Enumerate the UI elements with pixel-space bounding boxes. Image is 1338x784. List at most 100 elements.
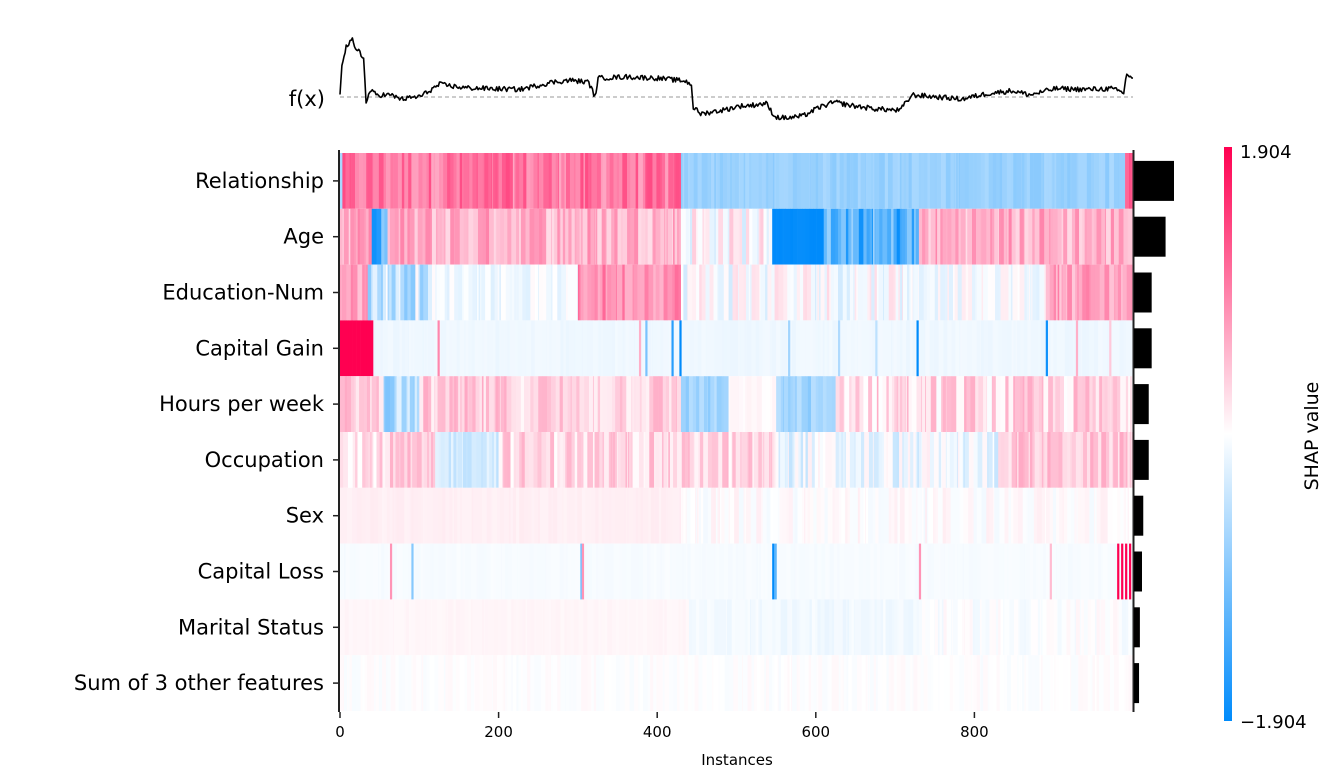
heatmap-cell bbox=[408, 320, 412, 377]
heatmap-cell bbox=[923, 153, 928, 209]
heatmap-cell bbox=[566, 208, 569, 265]
heatmap-cell bbox=[657, 320, 660, 377]
heatmap-cell bbox=[677, 376, 680, 432]
heatmap-cell bbox=[769, 655, 773, 711]
heatmap-cell bbox=[922, 376, 926, 432]
heatmap-cell bbox=[949, 655, 954, 711]
heatmap-cell bbox=[1078, 655, 1084, 711]
heatmap-cell bbox=[1080, 487, 1085, 544]
heatmap-cell bbox=[893, 320, 897, 377]
heatmap-cell bbox=[607, 153, 610, 209]
heatmap-cell bbox=[796, 599, 800, 656]
heatmap-cell bbox=[586, 320, 591, 377]
heatmap-cell bbox=[459, 487, 463, 544]
heatmap-cell bbox=[666, 599, 672, 656]
heatmap-cell bbox=[745, 153, 750, 209]
heatmap-cell bbox=[1123, 432, 1127, 488]
heatmap-cell bbox=[407, 487, 411, 544]
heatmap-cell bbox=[642, 543, 648, 600]
heatmap-cell bbox=[851, 376, 856, 432]
heatmap-cell bbox=[693, 320, 698, 377]
heatmap-cell bbox=[835, 208, 839, 265]
heatmap-cell bbox=[615, 376, 621, 432]
heatmap-cell bbox=[796, 153, 802, 209]
heatmap-cell bbox=[792, 320, 797, 377]
heatmap-cell bbox=[983, 376, 987, 432]
heatmap-cell bbox=[839, 153, 844, 209]
heatmap-cell bbox=[459, 208, 464, 265]
heatmap-cell bbox=[612, 599, 617, 656]
heatmap-cell bbox=[504, 208, 508, 265]
heatmap-cell bbox=[472, 153, 477, 209]
heatmap-cell bbox=[1000, 376, 1006, 432]
heatmap-cell bbox=[529, 543, 534, 600]
heatmap-cell bbox=[614, 208, 618, 265]
heatmap-cell bbox=[684, 543, 687, 600]
heatmap-cell bbox=[1125, 599, 1129, 656]
heatmap-cell bbox=[592, 153, 598, 209]
heatmap-cell bbox=[410, 264, 416, 321]
heatmap-cell bbox=[1096, 208, 1102, 265]
heatmap-cell bbox=[692, 599, 697, 656]
heatmap-cell bbox=[1064, 376, 1068, 432]
heatmap-cell bbox=[373, 153, 378, 209]
heatmap-cell bbox=[986, 208, 991, 265]
heatmap-cell bbox=[901, 208, 906, 265]
heatmap-cell bbox=[447, 543, 453, 600]
heatmap-cell bbox=[716, 376, 722, 432]
heatmap-cell bbox=[482, 432, 487, 488]
importance-bar bbox=[1134, 607, 1140, 648]
heatmap-cell bbox=[792, 655, 798, 711]
heatmap-cell bbox=[677, 208, 680, 265]
heatmap-cell bbox=[870, 543, 874, 600]
feature-label: Hours per week bbox=[159, 392, 325, 416]
heatmap-cell bbox=[698, 655, 703, 711]
heatmap-cell bbox=[834, 543, 838, 600]
shap-heatmap-chart: f(x) RelationshipAgeEducation-NumCapital… bbox=[74, 37, 1323, 769]
heatmap-cell bbox=[1043, 376, 1049, 432]
heatmap-cell bbox=[494, 264, 499, 321]
heatmap-cell bbox=[1029, 543, 1034, 600]
heatmap-cell bbox=[980, 320, 985, 377]
heatmap-cell bbox=[972, 208, 977, 265]
heatmap-cell bbox=[635, 599, 639, 656]
heatmap-cell bbox=[765, 264, 768, 321]
heatmap-cell bbox=[575, 153, 581, 209]
heatmap-cell bbox=[809, 599, 813, 656]
heatmap-cell bbox=[425, 543, 431, 600]
heatmap-cell bbox=[555, 153, 559, 209]
heatmap-cell bbox=[684, 320, 687, 377]
heatmap-cell bbox=[826, 208, 832, 265]
heatmap-cell bbox=[1115, 264, 1119, 321]
heatmap-cell bbox=[530, 264, 536, 321]
heatmap-cell bbox=[522, 264, 526, 321]
heatmap-cell bbox=[738, 264, 744, 321]
heatmap-cell bbox=[986, 487, 990, 544]
heatmap-cell bbox=[385, 376, 391, 432]
heatmap-cell bbox=[887, 432, 894, 488]
heatmap-cell bbox=[1113, 599, 1118, 656]
heatmap-cell bbox=[864, 432, 870, 488]
heatmap-cell bbox=[790, 208, 794, 265]
heatmap-cell bbox=[566, 153, 571, 209]
heatmap-cell bbox=[523, 599, 526, 656]
heatmap-cell bbox=[397, 153, 403, 209]
heatmap-cell bbox=[951, 320, 956, 377]
heatmap-cell bbox=[381, 543, 385, 600]
heatmap-cell bbox=[383, 487, 388, 544]
heatmap-cell bbox=[638, 432, 645, 488]
heatmap-cell bbox=[756, 487, 762, 544]
heatmap-cell bbox=[975, 208, 982, 265]
heatmap-cell bbox=[906, 153, 909, 209]
heatmap-cell bbox=[960, 153, 965, 209]
heatmap-cell bbox=[778, 655, 782, 711]
heatmap-cell bbox=[1104, 376, 1108, 432]
heatmap-cell bbox=[860, 487, 863, 544]
heatmap-cell bbox=[811, 655, 814, 711]
heatmap-cell bbox=[784, 376, 789, 432]
heatmap-cell bbox=[1067, 376, 1072, 432]
heatmap-cell bbox=[638, 153, 644, 209]
heatmap-cell bbox=[980, 153, 985, 209]
heatmap-cell bbox=[735, 264, 739, 321]
heatmap-cell bbox=[811, 264, 816, 321]
